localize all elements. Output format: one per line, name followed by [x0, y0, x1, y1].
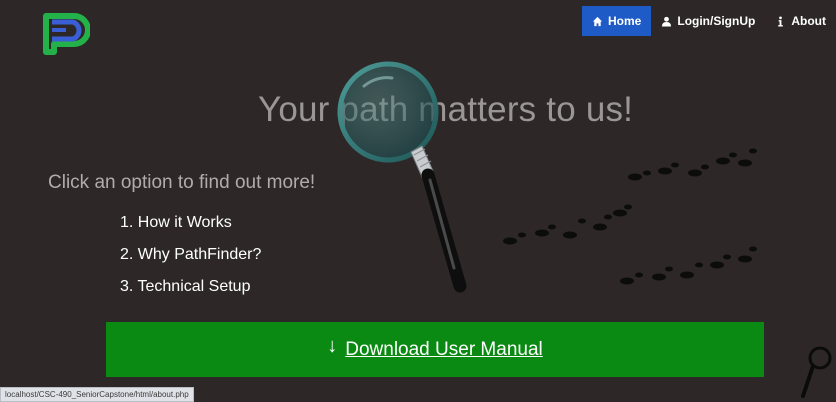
option-how-it-works[interactable]: 1. How it Works: [120, 212, 261, 244]
options-list: 1. How it Works 2. Why PathFinder? 3. Te…: [120, 212, 261, 308]
search-icon: [801, 346, 832, 398]
option-technical-setup[interactable]: 3. Technical Setup: [120, 276, 261, 308]
browser-status-url: localhost/CSC-490_SeniorCapstone/html/ab…: [0, 387, 194, 402]
nav-login-signup[interactable]: Login/SignUp: [651, 6, 765, 36]
nav-about[interactable]: About: [765, 6, 836, 36]
nav-home[interactable]: Home: [582, 6, 652, 36]
download-user-manual-button[interactable]: ↓ Download User Manual: [106, 322, 764, 377]
user-icon: [662, 16, 672, 27]
down-arrow-icon: ↓: [327, 335, 338, 357]
download-label: Download User Manual: [345, 338, 543, 360]
info-icon: [778, 15, 784, 27]
option-why-pathfinder[interactable]: 2. Why PathFinder?: [120, 244, 261, 276]
footprints-decoration: [503, 148, 757, 285]
magnifying-glass-icon: [337, 61, 467, 293]
top-nav: Home Login/SignUp About: [582, 6, 836, 36]
hero-subhead: Click an option to find out more!: [48, 172, 316, 193]
home-icon: [592, 16, 603, 26]
nav-home-label: Home: [608, 14, 642, 28]
nav-login-label: Login/SignUp: [677, 14, 756, 28]
nav-about-label: About: [791, 14, 826, 28]
pathfinder-logo[interactable]: [40, 12, 90, 56]
